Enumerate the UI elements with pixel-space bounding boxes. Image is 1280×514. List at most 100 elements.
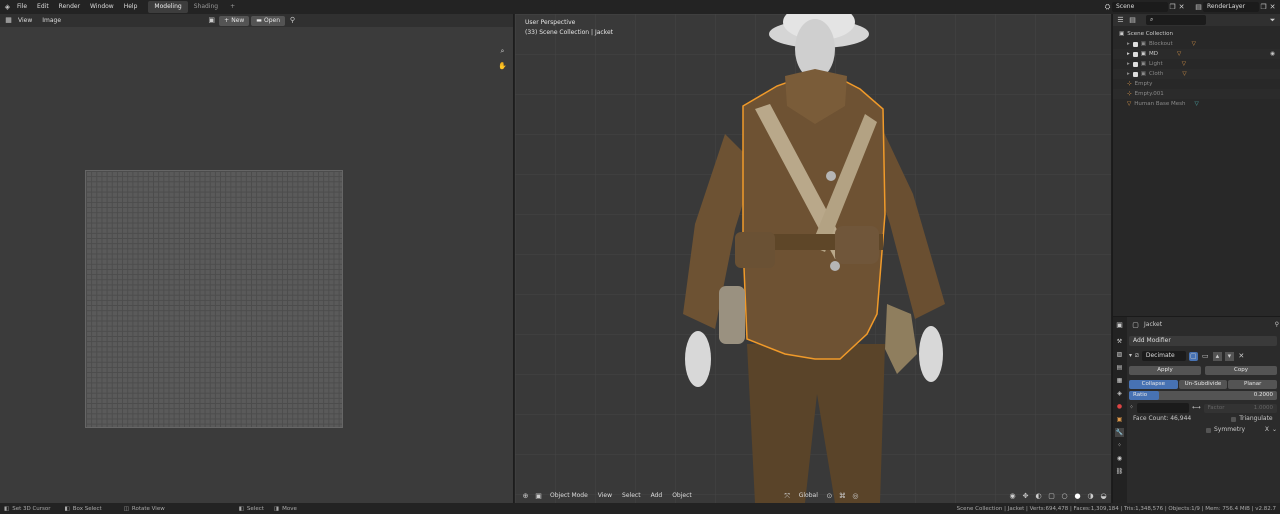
mode-collapse-button[interactable]: Collapse [1129,380,1178,389]
outliner-item[interactable]: ▸ ▣ MD ▽ ◉ [1113,49,1280,59]
outliner-item[interactable]: ▸ ▣ Blockout ▽ [1113,39,1280,49]
include-checkbox[interactable] [1132,51,1138,57]
triangulate-checkbox[interactable]: Triangulate [1231,414,1273,424]
orientation-dropdown[interactable]: Global [796,489,821,503]
menu-object[interactable]: Object [669,489,695,503]
menu-select[interactable]: Select [619,489,644,503]
menu-add[interactable]: Add [648,489,666,503]
world-tab-icon[interactable]: ● [1115,402,1124,411]
menu-render[interactable]: Render [54,0,85,14]
physics-tab-icon[interactable]: ◉ [1115,454,1124,463]
expand-icon[interactable]: ▸ [1127,59,1130,69]
remove-modifier-icon[interactable]: ✕ [1237,352,1246,361]
blender-logo-icon[interactable]: ◈ [3,3,12,12]
symmetry-axis-dropdown[interactable]: X [1265,425,1269,435]
shading-wireframe-icon[interactable]: ○ [1060,492,1069,501]
remove-scene-icon[interactable]: ✕ [1177,3,1186,12]
editor-type-icon[interactable]: ☰ [1116,16,1125,25]
render-tab-icon[interactable]: ▨ [1115,350,1124,359]
pivot-icon[interactable]: ⊙ [825,492,834,501]
constraints-tab-icon[interactable]: ⛓ [1115,467,1124,476]
xray-icon[interactable]: ▢ [1047,492,1056,501]
pouch-right [835,226,879,264]
tab-shading[interactable]: Shading [188,1,224,13]
gizmo-icon[interactable]: ✥ [1021,492,1030,501]
image-canvas[interactable]: ⌕ ✋ [0,27,513,503]
display-mode-icon[interactable]: ▤ [1128,16,1137,25]
include-checkbox[interactable] [1132,71,1138,77]
outliner-search[interactable]: ⌕ [1146,15,1206,25]
zoom-icon[interactable]: ⌕ [498,47,507,56]
menu-edit[interactable]: Edit [32,0,54,14]
modifier-name-field[interactable]: Decimate [1141,351,1186,361]
open-image-button[interactable]: ▬ Open [251,15,285,26]
include-checkbox[interactable] [1132,41,1138,47]
outliner-item[interactable]: ▽ Human Base Mesh ▽ [1113,99,1280,109]
mode-dropdown[interactable]: Object Mode [547,489,591,503]
editor-type-icon[interactable]: ⊕ [521,492,530,501]
menu-image[interactable]: Image [37,14,66,27]
menu-file[interactable]: File [12,0,32,14]
symmetry-checkbox[interactable] [1206,427,1211,433]
add-modifier-dropdown[interactable]: Add Modifier [1129,336,1277,346]
shading-material-icon[interactable]: ◑ [1086,492,1095,501]
mode-unsubdivide-button[interactable]: Un-Subdivide [1178,380,1228,389]
outliner-item[interactable]: ⊹ Empty [1113,79,1280,89]
shading-rendered-icon[interactable]: ◒ [1099,492,1108,501]
editor-type-icon[interactable]: ▣ [1115,321,1124,330]
copy-scene-icon[interactable]: ❐ [1168,3,1177,12]
new-image-button[interactable]: + New [219,15,250,26]
filter-icon[interactable]: ⏷ [1268,16,1277,25]
view-layer-tab-icon[interactable]: ▦ [1115,376,1124,385]
remove-layer-icon[interactable]: ✕ [1268,3,1277,12]
collapse-chevron-icon[interactable]: ▾ [1129,351,1132,361]
image-browse-icon[interactable]: ▣ [207,16,216,25]
show-viewport-icon[interactable]: ▭ [1201,352,1210,361]
factor-field[interactable]: Factor 1.0000 [1203,403,1277,413]
particles-tab-icon[interactable]: ⁘ [1115,441,1124,450]
move-up-icon[interactable]: ▴ [1212,351,1222,361]
character-model[interactable] [515,14,1111,503]
menu-view[interactable]: View [595,489,615,503]
expand-icon[interactable]: ▸ [1127,39,1130,49]
copy-layer-icon[interactable]: ❐ [1259,3,1268,12]
mode-planar-button[interactable]: Planar [1228,380,1278,389]
snap-icon[interactable]: ⌘ [838,492,847,501]
menu-view[interactable]: View [13,14,37,27]
apply-button[interactable]: Apply [1129,366,1201,375]
outliner-item[interactable]: ⊹ Empty.001 [1113,89,1280,99]
pan-hand-icon[interactable]: ✋ [498,62,507,71]
modifier-tab-icon[interactable]: 🔧 [1115,428,1124,437]
scene-collection-row[interactable]: ▣ Scene Collection [1113,29,1280,39]
scene-tab-icon[interactable]: ◈ [1115,389,1124,398]
add-workspace-button[interactable]: + [224,1,241,13]
tab-modeling[interactable]: Modeling [148,1,188,13]
output-tab-icon[interactable]: ▤ [1115,363,1124,372]
tool-tab-icon[interactable]: ⚒ [1115,337,1124,346]
eye-icon[interactable]: ◉ [1270,49,1275,59]
expand-icon[interactable]: ▸ [1127,49,1130,59]
show-render-icon[interactable]: ▢ [1188,351,1198,361]
overlay-icon[interactable]: ◐ [1034,492,1043,501]
expand-icon[interactable]: ▸ [1127,69,1130,79]
object-tab-icon[interactable]: ▣ [1115,415,1124,424]
proportional-edit-icon[interactable]: ◎ [851,492,860,501]
scene-field[interactable]: Scene [1112,2,1168,12]
menu-help[interactable]: Help [119,0,143,14]
menu-window[interactable]: Window [85,0,119,14]
vertex-group-field[interactable] [1137,403,1190,413]
pin-icon[interactable]: ⚲ [288,16,297,25]
editor-type-icon[interactable]: ▦ [4,16,13,25]
copy-button[interactable]: Copy [1205,366,1277,375]
pin-icon[interactable]: ⚲ [1275,320,1279,330]
outliner-item[interactable]: ▸ ▣ Cloth ▽ [1113,69,1280,79]
3d-viewport[interactable]: User Perspective (33) Scene Collection |… [514,14,1111,503]
ratio-slider[interactable]: Ratio 0.2000 [1129,391,1277,401]
shading-solid-icon[interactable]: ● [1073,492,1082,501]
render-layer-field[interactable]: RenderLayer [1203,2,1259,12]
include-checkbox[interactable] [1132,61,1138,67]
invert-icon[interactable]: ⟷ [1192,403,1201,413]
outliner-item[interactable]: ▸ ▣ Light ▽ [1113,59,1280,69]
visibility-icon[interactable]: ◉ [1008,492,1017,501]
move-down-icon[interactable]: ▾ [1224,351,1234,361]
